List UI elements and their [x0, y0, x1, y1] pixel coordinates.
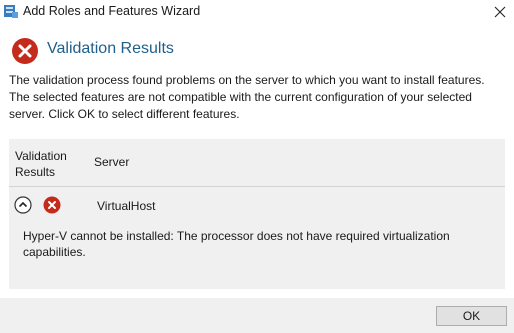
description-line: The validation process found problems on…: [9, 73, 485, 87]
close-icon: [494, 6, 506, 18]
server-name: VirtualHost: [97, 199, 156, 213]
chevron-up-icon[interactable]: [14, 196, 32, 214]
result-row: VirtualHost Hyper-V cannot be installed:…: [9, 187, 505, 288]
title-bar: Add Roles and Features Wizard: [0, 0, 514, 24]
validation-results-panel: Validation Results Server VirtualHost Hy…: [9, 139, 505, 289]
description-line: The selected features are not compatible…: [9, 90, 472, 104]
result-message: Hyper-V cannot be installed: The process…: [23, 229, 450, 259]
dialog-heading: Validation Results: [47, 40, 174, 57]
column-header-validation-results[interactable]: Validation Results: [15, 148, 67, 180]
error-x-icon: [12, 38, 38, 64]
description-line: server. Click OK to select different fea…: [9, 107, 240, 121]
column-header-line: Validation: [15, 149, 67, 163]
column-header-server[interactable]: Server: [94, 155, 129, 169]
server-manager-icon: [4, 5, 18, 18]
error-x-icon: [43, 196, 61, 214]
window-title: Add Roles and Features Wizard: [23, 4, 201, 18]
results-header: Validation Results Server: [9, 139, 505, 187]
description: The validation process found problems on…: [9, 72, 505, 123]
column-header-line: Results: [15, 165, 56, 179]
ok-button[interactable]: OK: [436, 306, 507, 326]
close-button[interactable]: [486, 0, 514, 24]
